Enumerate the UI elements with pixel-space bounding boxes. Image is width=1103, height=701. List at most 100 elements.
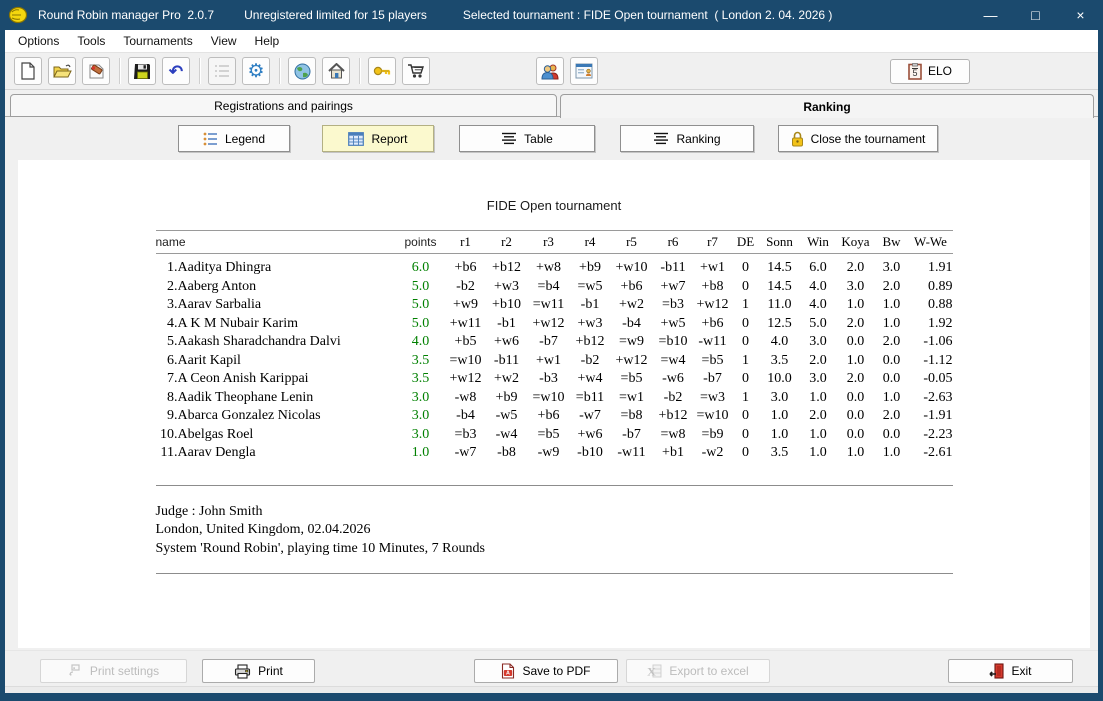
website-button[interactable] [288, 57, 316, 85]
de-cell: 0 [732, 278, 760, 297]
cart-icon [407, 63, 425, 79]
w-we-cell: -1.06 [909, 333, 953, 352]
table-bottom-rule [156, 485, 953, 486]
rank-cell: 3. [156, 296, 178, 315]
print-settings-icon [68, 664, 83, 679]
round-result-cell: -b1 [570, 296, 611, 315]
excel-icon: X [647, 664, 662, 678]
round-result-cell: =b4 [528, 278, 570, 297]
menu-item-tools[interactable]: Tools [68, 31, 114, 51]
points-cell: 5.0 [396, 278, 446, 297]
players-button[interactable] [536, 57, 564, 85]
report-button[interactable]: Report [322, 125, 434, 152]
open-button[interactable] [48, 57, 76, 85]
wins-cell: 2.0 [800, 352, 837, 371]
elo-button[interactable]: 5 ELO [890, 59, 970, 84]
menu-item-view[interactable]: View [202, 31, 246, 51]
round-result-cell: +b5 [446, 333, 486, 352]
player-name-cell: Abarca Gonzalez Nicolas [178, 407, 396, 426]
table-row: 6.Aarit Kapil3.5=w10-b11+w1-b2+w12=w4=b5… [156, 352, 953, 371]
wins-cell: 1.0 [800, 444, 837, 463]
table-row: 9.Abarca Gonzalez Nicolas3.0-b4-w5+b6-w7… [156, 407, 953, 426]
close-button[interactable]: × [1058, 0, 1103, 30]
koya-cell: 0.0 [837, 407, 875, 426]
round-result-cell: +b9 [570, 254, 611, 278]
close-tournament-button[interactable]: Close the tournament [778, 125, 938, 152]
toolbar-separator [119, 58, 121, 84]
save-button[interactable] [128, 57, 156, 85]
table-row: 3.Aarav Sarbalia5.0+w9+b10=w11-b1+w2=b3+… [156, 296, 953, 315]
player-name-cell: Abelgas Roel [178, 426, 396, 445]
player-card-button[interactable] [570, 57, 598, 85]
menu-item-tournaments[interactable]: Tournaments [114, 31, 201, 51]
w-we-cell: 0.88 [909, 296, 953, 315]
column-header-bw: Bw [875, 231, 909, 254]
gear-icon: ⚙ [247, 62, 264, 81]
license-key-button[interactable] [368, 57, 396, 85]
maximize-button[interactable]: □ [1013, 0, 1058, 30]
svg-text:5: 5 [912, 68, 917, 78]
shop-button[interactable] [402, 57, 430, 85]
new-button[interactable] [14, 57, 42, 85]
lock-icon [791, 131, 804, 147]
player-name-cell: Aadik Theophane Lenin [178, 389, 396, 408]
tab-registrations-and-pairings[interactable]: Registrations and pairings [10, 94, 557, 117]
legend-button[interactable]: Legend [178, 125, 290, 152]
w-we-cell: -2.61 [909, 444, 953, 463]
menu-item-help[interactable]: Help [246, 31, 289, 51]
minimize-button[interactable]: — [968, 0, 1013, 30]
de-cell: 0 [732, 444, 760, 463]
save-to-pdf-button[interactable]: A Save to PDF [474, 659, 618, 683]
player-name-cell: Aarav Sarbalia [178, 296, 396, 315]
w-we-cell: 0.89 [909, 278, 953, 297]
round-result-cell: -b10 [570, 444, 611, 463]
window-title: Round Robin manager Pro 2.0.7 [38, 8, 214, 22]
title-bar: Round Robin manager Pro 2.0.7 Unregister… [0, 0, 1103, 30]
points-cell: 3.5 [396, 370, 446, 389]
pdf-icon: A [501, 663, 515, 679]
koya-cell: 0.0 [837, 389, 875, 408]
column-header-r7: r7 [694, 231, 732, 254]
player-name-cell: A K M Nubair Karim [178, 315, 396, 334]
player-name-cell: Aarav Dengla [178, 444, 396, 463]
app-logo-icon [8, 5, 30, 25]
round-result-cell: +w7 [653, 278, 694, 297]
print-settings-label: Print settings [90, 664, 159, 678]
points-cell: 3.5 [396, 352, 446, 371]
print-button[interactable]: Print [202, 659, 315, 683]
wins-cell: 3.0 [800, 370, 837, 389]
de-cell: 1 [732, 296, 760, 315]
delete-button[interactable] [82, 57, 110, 85]
home-button[interactable] [322, 57, 350, 85]
w-we-cell: -1.12 [909, 352, 953, 371]
settings-button[interactable]: ⚙ [242, 57, 270, 85]
ranking-button[interactable]: Ranking [620, 125, 754, 152]
round-result-cell: +w6 [570, 426, 611, 445]
round-result-cell: +w11 [446, 315, 486, 334]
tab-ranking[interactable]: Ranking [560, 94, 1094, 118]
table-button[interactable]: Table [459, 125, 595, 152]
round-result-cell: =w1 [611, 389, 653, 408]
points-cell: 5.0 [396, 296, 446, 315]
round-result-cell: =w5 [570, 278, 611, 297]
table-lines-icon [501, 132, 517, 145]
column-header-w-we: W-We [909, 231, 953, 254]
bw-cell: 2.0 [875, 407, 909, 426]
wins-cell: 5.0 [800, 315, 837, 334]
column-header-name: name [156, 231, 396, 254]
round-result-cell: +b10 [486, 296, 528, 315]
menu-bar: OptionsToolsTournamentsViewHelp [5, 30, 1098, 53]
report-table-body: 1.Aaditya Dhingra6.0+b6+b12+w8+b9+w10-b1… [156, 254, 953, 463]
round-result-cell: =b5 [611, 370, 653, 389]
menu-item-options[interactable]: Options [9, 31, 68, 51]
round-result-cell: +b6 [528, 407, 570, 426]
undo-button[interactable]: ↶ [162, 57, 190, 85]
exit-button[interactable]: Exit [948, 659, 1073, 683]
round-result-cell: -w9 [528, 444, 570, 463]
table-row: 2.Aaberg Anton5.0-b2+w3=b4=w5+b6+w7+b801… [156, 278, 953, 297]
round-result-cell: -w8 [446, 389, 486, 408]
round-result-cell: +w5 [653, 315, 694, 334]
ranking-table-header: namepointsr1r2r3r4r5r6r7DESonnWinKoyaBwW… [156, 231, 953, 254]
column-header-r3: r3 [528, 231, 570, 254]
round-result-cell: +w2 [486, 370, 528, 389]
